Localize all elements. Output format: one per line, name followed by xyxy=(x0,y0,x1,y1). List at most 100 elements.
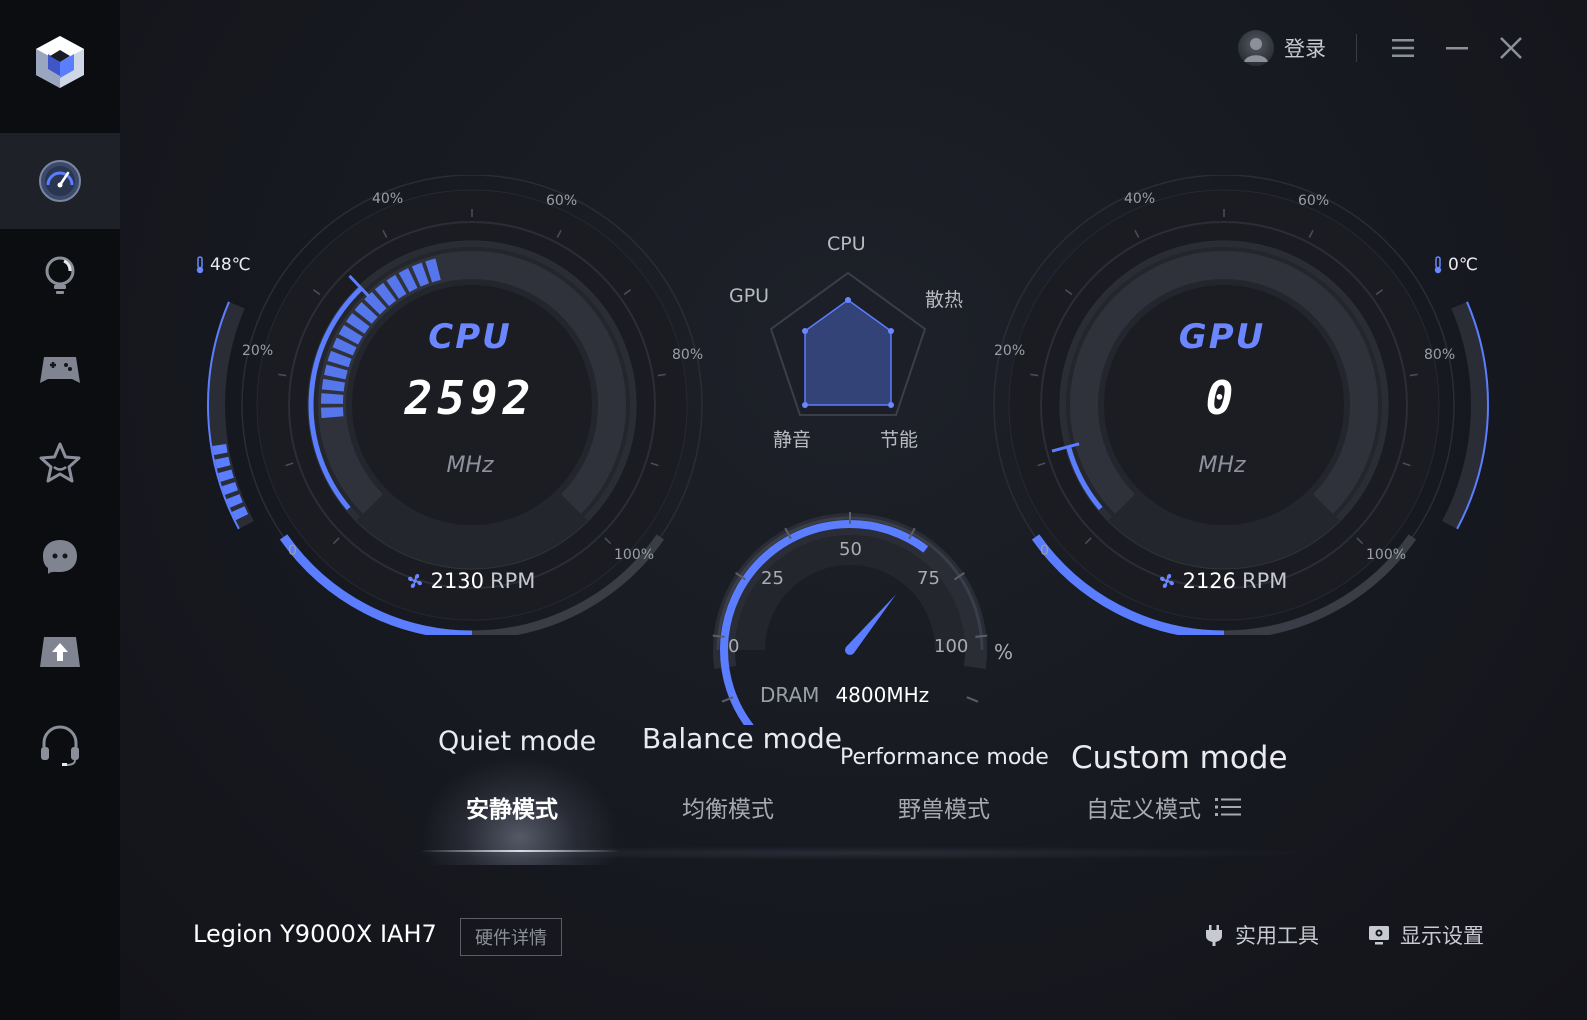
cpu-temp-segment xyxy=(226,494,243,508)
cpu-temp-segment xyxy=(231,506,249,521)
gamepad-icon xyxy=(40,357,80,383)
cpu-gauge: 48℃ CPU 2592 MHz 2130 RPM 0 20% 40% 60% … xyxy=(196,175,740,635)
login-button[interactable]: 登录 xyxy=(1238,30,1326,66)
dram-needle-hub xyxy=(845,645,855,655)
app-logo-icon xyxy=(28,30,92,94)
sidebar-item-favorites[interactable] xyxy=(0,415,120,511)
cpu-title: CPU xyxy=(428,317,512,357)
mode-en-balance: Balance mode xyxy=(642,722,842,755)
sidebar-item-games[interactable] xyxy=(0,321,120,417)
gpu-tick-20: 20% xyxy=(994,343,1026,359)
menu-button[interactable] xyxy=(1387,32,1419,64)
cpu-fan-rpm: 2130 xyxy=(430,569,485,593)
monitor-settings-icon xyxy=(1369,926,1389,945)
cpu-load-segment xyxy=(354,302,378,324)
sidebar-item-performance[interactable] xyxy=(0,133,120,229)
sidebar-item-assistant[interactable] xyxy=(0,509,120,605)
cpu-temp-segment xyxy=(221,481,238,495)
speedometer-icon xyxy=(39,160,81,202)
cpu-temperature-value: 48℃ xyxy=(210,255,251,275)
gpu-fan-rpm-unit: RPM xyxy=(1242,569,1288,593)
dram-unit: % xyxy=(994,640,1014,664)
utility-tools-button[interactable]: 实用工具 xyxy=(1203,920,1319,950)
dram-needle xyxy=(846,594,896,654)
radar-label-cpu: CPU xyxy=(827,233,866,255)
mode-en-custom: Custom mode xyxy=(1071,740,1288,776)
mode-tab-custom[interactable]: 自定义模式 xyxy=(1086,790,1241,824)
mode-tab-custom-label: 自定义模式 xyxy=(1086,797,1201,823)
gpu-temperature-value: 0℃ xyxy=(1448,255,1478,275)
gpu-tick-60: 60% xyxy=(1298,193,1330,209)
mode-en-performance: Performance mode xyxy=(840,745,1049,770)
minimize-icon xyxy=(1446,47,1468,50)
cpu-frequency-unit: MHz xyxy=(446,453,494,478)
dram-tick-0: 0 xyxy=(728,636,740,657)
gpu-frequency-unit: MHz xyxy=(1198,453,1246,478)
dram-tick-mark xyxy=(966,696,979,703)
user-avatar xyxy=(1238,30,1274,66)
cpu-tick-40: 40% xyxy=(372,191,404,207)
plug-icon xyxy=(1206,925,1222,946)
display-settings-label: 显示设置 xyxy=(1400,924,1484,948)
list-icon[interactable] xyxy=(1215,796,1241,818)
thermometer-icon xyxy=(196,256,204,274)
star-icon xyxy=(39,442,81,483)
sidebar-item-support[interactable] xyxy=(0,697,120,793)
bulb-icon xyxy=(45,256,75,294)
dram-tick-mark xyxy=(712,634,725,638)
topbar-divider xyxy=(1356,34,1357,62)
mode-tab-quiet[interactable]: 安静模式 xyxy=(466,790,558,824)
sidebar xyxy=(0,0,120,1020)
radar-label-energy: 节能 xyxy=(880,429,919,451)
dram-info: DRAM 4800MHz xyxy=(760,683,929,707)
active-mode-underline xyxy=(420,850,620,852)
mode-tab-balance-label: 均衡模式 xyxy=(682,797,774,823)
dram-label: DRAM xyxy=(760,683,820,707)
gpu-tick-100: 100% xyxy=(1366,547,1407,563)
display-settings-button[interactable]: 显示设置 xyxy=(1368,920,1484,950)
gpu-fan-speed: 2126 RPM xyxy=(952,569,1492,593)
cpu-load-segment xyxy=(411,262,430,287)
close-icon xyxy=(1500,37,1522,59)
upload-icon xyxy=(40,637,80,667)
dram-tick-mark xyxy=(975,634,988,638)
chat-bot-icon xyxy=(43,540,77,574)
fan-icon xyxy=(407,574,422,588)
dram-tick-50: 50 xyxy=(839,539,862,560)
dram-frequency: 4800MHz xyxy=(835,683,930,707)
mode-tab-balance[interactable]: 均衡模式 xyxy=(682,790,774,824)
dram-tick-75: 75 xyxy=(917,568,940,589)
performance-radar: CPU GPU 散热 静音 节能 xyxy=(725,225,985,455)
cpu-load-segment xyxy=(386,274,407,299)
sidebar-item-lighting[interactable] xyxy=(0,227,120,323)
gpu-tick-0: 0 xyxy=(1040,543,1049,559)
cpu-frequency: 2592 xyxy=(404,371,536,425)
hardware-details-button[interactable]: 硬件详情 xyxy=(460,918,562,956)
radar-label-cooling: 散热 xyxy=(925,289,964,311)
gpu-temperature: 0℃ xyxy=(1432,255,1478,275)
sidebar-item-upload[interactable] xyxy=(0,603,120,699)
minimize-button[interactable] xyxy=(1441,32,1473,64)
cpu-load-segment xyxy=(398,268,418,293)
headset-icon xyxy=(41,725,79,766)
gpu-fan-rpm: 2126 xyxy=(1182,569,1237,593)
gpu-tick-40: 40% xyxy=(1124,191,1156,207)
cpu-tick-20: 20% xyxy=(242,343,274,359)
close-button[interactable] xyxy=(1495,32,1527,64)
thermometer-icon xyxy=(1434,256,1442,274)
window-topbar: 登录 xyxy=(1238,30,1527,66)
gpu-gauge: 0℃ GPU 0 MHz 2126 RPM 0 20% 40% 60% 80% … xyxy=(952,175,1492,635)
gpu-title: GPU xyxy=(1178,317,1266,357)
cpu-load-segment xyxy=(425,258,441,283)
mode-tab-performance-label: 野兽模式 xyxy=(898,797,990,823)
cpu-tick-80: 80% xyxy=(672,347,704,363)
gpu-tick-80: 80% xyxy=(1424,347,1456,363)
device-model: Legion Y9000X IAH7 xyxy=(193,920,437,948)
utility-tools-label: 实用工具 xyxy=(1235,924,1319,948)
mode-tab-performance[interactable]: 野兽模式 xyxy=(898,790,990,824)
dram-tick-25: 25 xyxy=(761,568,784,589)
gpu-frequency: 0 xyxy=(1205,371,1239,425)
cpu-tick-60: 60% xyxy=(546,193,578,209)
radar-label-quiet: 静音 xyxy=(773,429,812,451)
cpu-fan-rpm-unit: RPM xyxy=(490,569,536,593)
